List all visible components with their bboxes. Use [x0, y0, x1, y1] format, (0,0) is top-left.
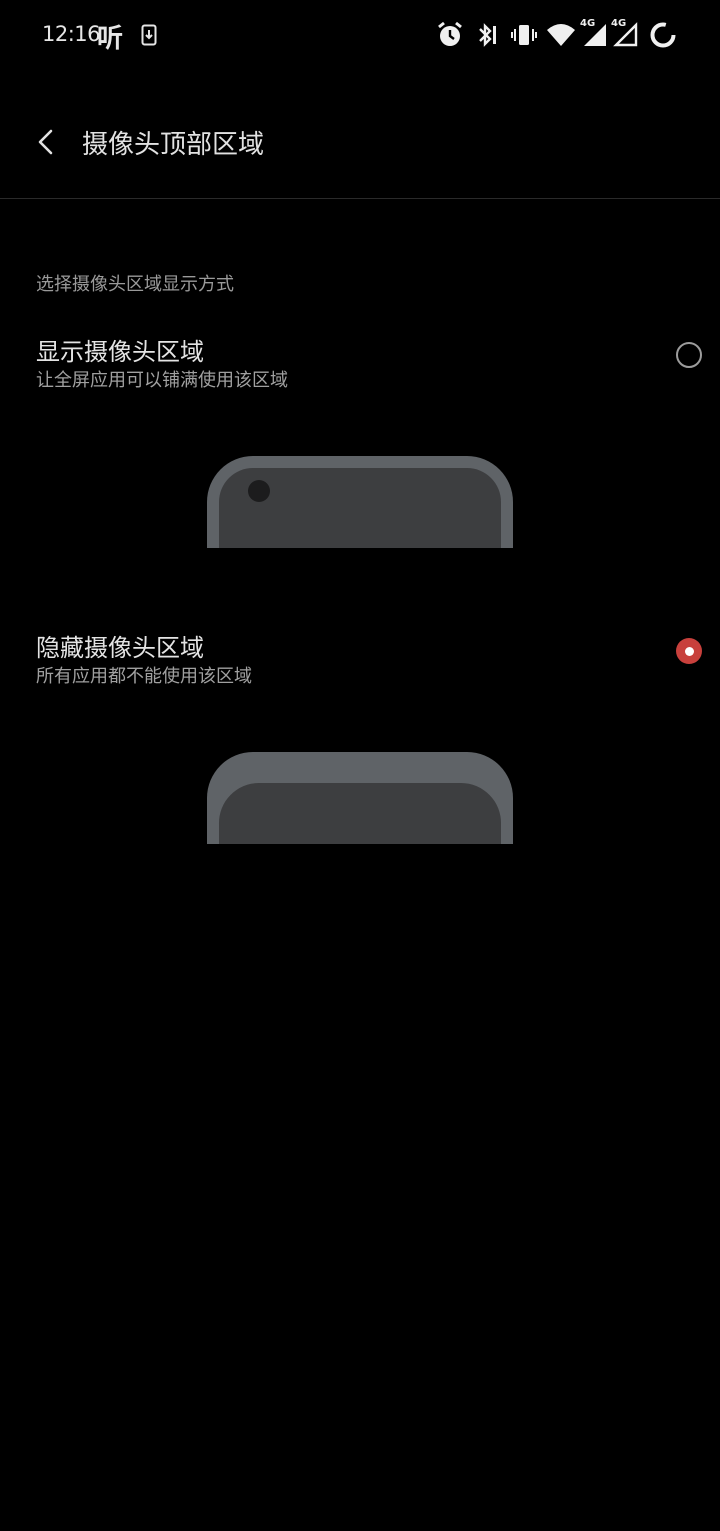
phone-illustration-show — [207, 456, 513, 548]
camera-hole-icon — [248, 480, 270, 502]
alarm-icon — [436, 20, 464, 50]
option-show-camera-area[interactable]: 显示摄像头区域 让全屏应用可以铺满使用该区域 — [0, 332, 720, 412]
bluetooth-icon — [476, 20, 500, 50]
radio-dot — [684, 646, 694, 656]
app-notification-icon: 听 — [97, 24, 124, 54]
vibrate-icon — [511, 20, 537, 50]
phone-illustration-hide — [207, 752, 513, 844]
option-subtitle: 让全屏应用可以铺满使用该区域 — [36, 370, 288, 391]
wifi-icon — [546, 20, 576, 50]
option-title: 隐藏摄像头区域 — [36, 634, 204, 662]
section-label: 选择摄像头区域显示方式 — [36, 274, 234, 295]
chevron-left-icon — [38, 129, 53, 155]
network-type-label-2: 4G — [611, 18, 627, 29]
download-icon — [141, 24, 157, 46]
status-bar: 12:16 听 4G 4G — [0, 0, 720, 70]
radio-button-checked[interactable] — [676, 638, 702, 664]
signal-4g-icon-2: 4G — [611, 18, 639, 50]
network-type-label: 4G — [580, 18, 596, 29]
back-button[interactable] — [26, 122, 66, 162]
app-header: 摄像头顶部区域 — [0, 100, 720, 199]
option-title: 显示摄像头区域 — [36, 338, 204, 366]
option-hide-camera-area[interactable]: 隐藏摄像头区域 所有应用都不能使用该区域 — [0, 628, 720, 708]
battery-ring-icon — [648, 20, 678, 50]
status-time: 12:16 — [42, 22, 101, 46]
option-subtitle: 所有应用都不能使用该区域 — [36, 666, 252, 687]
page-title: 摄像头顶部区域 — [82, 130, 265, 160]
signal-4g-icon: 4G — [580, 18, 608, 50]
radio-button-unchecked[interactable] — [676, 342, 702, 368]
